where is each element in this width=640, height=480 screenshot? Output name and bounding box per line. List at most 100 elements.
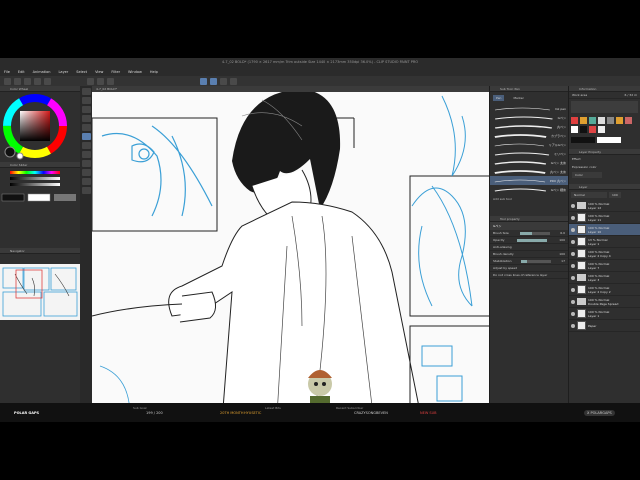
blend-mode-dropdown[interactable]: Normal	[571, 192, 607, 198]
layer-row[interactable]: 100 % Normal Layer 2 Copy 2	[569, 284, 640, 296]
quick-icon[interactable]	[598, 117, 605, 124]
eye-icon[interactable]	[571, 227, 575, 232]
layer-row[interactable]: 100 % Normal Layer 12	[569, 200, 640, 212]
selection-tool-icon[interactable]	[81, 115, 91, 122]
tool-property-row[interactable]: Adjust by speed	[490, 265, 568, 272]
brush-item[interactable]: PRO 丸ペン	[490, 176, 568, 185]
quick-icon[interactable]	[571, 126, 578, 133]
tool-property-row[interactable]: Brush Size 6.0	[490, 230, 568, 237]
zoom-tool-icon[interactable]	[81, 88, 91, 95]
menu-file[interactable]: File	[4, 70, 10, 74]
quick-icon[interactable]	[616, 117, 623, 124]
group-marker[interactable]: Marker	[510, 95, 526, 101]
snap-icon[interactable]	[200, 77, 207, 85]
open-icon[interactable]	[14, 77, 21, 85]
eye-icon[interactable]	[571, 287, 575, 292]
fill-tool-icon[interactable]	[81, 169, 91, 176]
tool-property-row[interactable]: Do not cross lines of reference layer	[490, 272, 568, 279]
brush-item[interactable]: Ink pen	[490, 104, 568, 113]
menu-animation[interactable]: Animation	[33, 70, 51, 74]
layer-row[interactable]: 13 % Normal Layer 1	[569, 236, 640, 248]
undo-icon[interactable]	[34, 77, 41, 85]
brush-item[interactable]: カブラペン	[490, 131, 568, 140]
menu-view[interactable]: View	[95, 70, 103, 74]
layer-row[interactable]: 100 % Normal Layer 11	[569, 212, 640, 224]
text-tool-icon[interactable]	[81, 187, 91, 194]
brush-item[interactable]: 丸ペン 太め	[490, 167, 568, 176]
save-icon[interactable]	[24, 77, 31, 85]
brush-item[interactable]: Gペン 太め	[490, 158, 568, 167]
snap-perspective-icon[interactable]	[230, 77, 237, 85]
menu-help[interactable]: Help	[150, 70, 158, 74]
brush-item[interactable]: Gペン	[490, 113, 568, 122]
group-pen[interactable]: Pen	[493, 95, 505, 101]
snap-ruler-icon[interactable]	[210, 77, 217, 85]
color-slider[interactable]	[0, 168, 80, 208]
tool-property-row[interactable]: Brush density 100	[490, 251, 568, 258]
brush-item[interactable]: Gペン 細め	[490, 185, 568, 194]
eye-icon[interactable]	[571, 323, 575, 328]
swatch[interactable]	[597, 137, 621, 143]
layer-row[interactable]: 100 % Normal Layer 3	[569, 272, 640, 284]
operation-tool-icon[interactable]	[81, 106, 91, 113]
eye-icon[interactable]	[571, 263, 575, 268]
quick-icon[interactable]	[580, 117, 587, 124]
quick-icon[interactable]	[598, 126, 605, 133]
eye-icon[interactable]	[571, 275, 575, 280]
color-wheel[interactable]	[0, 92, 80, 162]
brush-item[interactable]: 丸ペン	[490, 122, 568, 131]
layer-row[interactable]: Paper	[569, 320, 640, 332]
figure-tool-icon[interactable]	[81, 178, 91, 185]
menu-filter[interactable]: Filter	[111, 70, 120, 74]
quick-icon[interactable]	[625, 117, 632, 124]
eyedropper-tool-icon[interactable]	[81, 124, 91, 131]
layer-row[interactable]: 100 % Normal Layer 7	[569, 260, 640, 272]
layer-opacity[interactable]: 100	[609, 192, 621, 198]
eye-icon[interactable]	[571, 239, 575, 244]
canvas[interactable]	[92, 86, 489, 422]
eye-icon[interactable]	[571, 215, 575, 220]
swatch[interactable]	[571, 137, 595, 143]
snap-grid-icon[interactable]	[220, 77, 227, 85]
menu-edit[interactable]: Edit	[18, 70, 25, 74]
brush-item[interactable]: ミリペン	[490, 149, 568, 158]
eye-icon[interactable]	[571, 299, 575, 304]
eraser-tool-icon[interactable]	[81, 160, 91, 167]
add-subtool-button[interactable]: Add sub tool	[490, 194, 568, 204]
menu-layer[interactable]: Layer	[58, 70, 68, 74]
eye-icon[interactable]	[571, 251, 575, 256]
tool-property-row[interactable]: Stabilization 17	[490, 258, 568, 265]
quick-icon[interactable]	[607, 117, 614, 124]
fill-icon[interactable]	[97, 77, 104, 85]
new-icon[interactable]	[4, 77, 11, 85]
clear-icon[interactable]	[87, 77, 94, 85]
move-tool-icon[interactable]	[81, 97, 91, 104]
canvas-artwork[interactable]	[92, 86, 489, 422]
quick-icon[interactable]	[589, 126, 596, 133]
property-slider[interactable]	[519, 231, 550, 235]
menu-window[interactable]: Window	[128, 70, 142, 74]
redo-icon[interactable]	[44, 77, 51, 85]
tool-property-row[interactable]: Anti-aliasing	[490, 244, 568, 251]
tool-property-row[interactable]: Opacity 100	[490, 237, 568, 244]
pen-tool-icon[interactable]	[81, 133, 91, 140]
brush-tool-icon[interactable]	[81, 151, 91, 158]
quick-icon[interactable]	[589, 117, 596, 124]
eye-icon[interactable]	[571, 311, 575, 316]
pencil-tool-icon[interactable]	[81, 142, 91, 149]
quick-icon[interactable]	[580, 126, 587, 133]
layer-row[interactable]: 100 % Normal Layer 2 Copy 4	[569, 248, 640, 260]
property-slider[interactable]	[516, 238, 547, 242]
transform-icon[interactable]	[107, 77, 114, 85]
quick-icon[interactable]	[571, 117, 578, 124]
expression-dropdown[interactable]: Color	[572, 172, 602, 178]
property-slider[interactable]	[521, 259, 552, 263]
navigator-preview[interactable]	[0, 264, 80, 320]
menu-select[interactable]: Select	[76, 70, 87, 74]
navigator-tab[interactable]: Navigator	[0, 248, 80, 254]
eye-icon[interactable]	[571, 203, 575, 208]
layer-row[interactable]: 100 % Normal Double Page Spread	[569, 296, 640, 308]
brush-item[interactable]: リアルGペン	[490, 140, 568, 149]
layer-row[interactable]: 100 % Normal Layer 1	[569, 308, 640, 320]
layer-row[interactable]: 100 % Normal Layer 10	[569, 224, 640, 236]
